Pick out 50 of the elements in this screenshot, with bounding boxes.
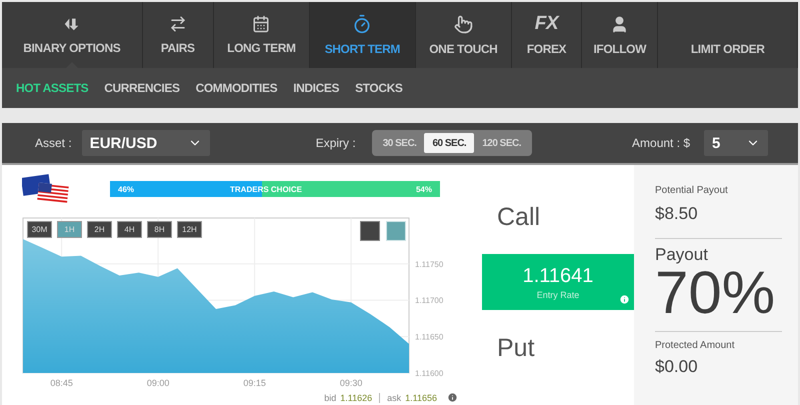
expiry-option[interactable]: 60 SEC.	[424, 133, 474, 153]
percent-text: 54%	[416, 184, 432, 194]
axis-label: 1.11650	[415, 332, 444, 342]
flag-icon	[22, 174, 70, 204]
timeframe-button[interactable]: 30M	[27, 221, 52, 238]
expiry-label: Expiry :	[316, 136, 356, 150]
put-button[interactable]: Put	[497, 334, 634, 363]
chart-style-button[interactable]	[360, 221, 380, 241]
axis-label: 09:30	[340, 378, 362, 388]
fx-icon: FX	[534, 14, 558, 34]
nav-tab[interactable]: SHORT TERM	[310, 2, 416, 68]
payout-value: 70%	[655, 265, 776, 321]
potential-payout-value: $8.50	[655, 204, 699, 224]
payout-label: Payout	[655, 245, 709, 265]
category-tab[interactable]: STOCKS	[355, 81, 402, 95]
potential-payout-label: Potential Payout	[655, 185, 729, 196]
bar-title: TRADERS CHOICE	[230, 184, 302, 194]
bid-value: 1.11626	[340, 392, 372, 402]
entry-rate-label: Entry Rate	[536, 290, 580, 300]
asset-select[interactable]: EUR/USD	[82, 130, 210, 156]
asset-label: Asset :	[35, 136, 72, 150]
call-button[interactable]: Call	[497, 203, 634, 232]
amount-label: Amount : $	[632, 136, 690, 150]
category-tab[interactable]: COMMODITIES	[196, 81, 278, 95]
timeframe-button[interactable]: 4H	[117, 221, 142, 238]
bid-label: bid	[324, 392, 336, 402]
ask-label: ask	[387, 392, 402, 402]
amount-select[interactable]: 5	[704, 130, 768, 156]
axis-label: 1.11700	[415, 296, 444, 306]
pointing-hand-icon	[454, 14, 473, 34]
stopwatch-icon	[352, 14, 372, 34]
axis-label: 09:15	[243, 378, 266, 388]
timeframe-button[interactable]: 8H	[147, 221, 172, 238]
protected-amount-label: Protected Amount	[655, 340, 736, 351]
category-tab[interactable]: CURRENCIES	[104, 81, 180, 95]
axis-label: 09:00	[146, 378, 170, 388]
nav-tab[interactable]: PAIRS	[142, 2, 214, 68]
calendar-icon	[252, 15, 270, 33]
exchange-arrows-icon	[168, 15, 187, 33]
timeframe-button[interactable]: 12H	[177, 221, 202, 238]
axis-label: 1.11750	[415, 260, 444, 269]
percent-text: 46%	[118, 184, 134, 194]
axis-label: 1.11600	[415, 369, 444, 378]
ask-value: 1.11656	[405, 392, 437, 402]
entry-rate-value: 1.11641	[522, 264, 594, 288]
category-tab[interactable]: HOT ASSETS	[16, 81, 88, 95]
category-tab[interactable]: INDICES	[293, 81, 340, 95]
timeframe-button[interactable]: 2H	[87, 221, 112, 238]
protected-amount-value: $0.00	[655, 357, 699, 377]
axis-label: 08:45	[50, 378, 73, 388]
